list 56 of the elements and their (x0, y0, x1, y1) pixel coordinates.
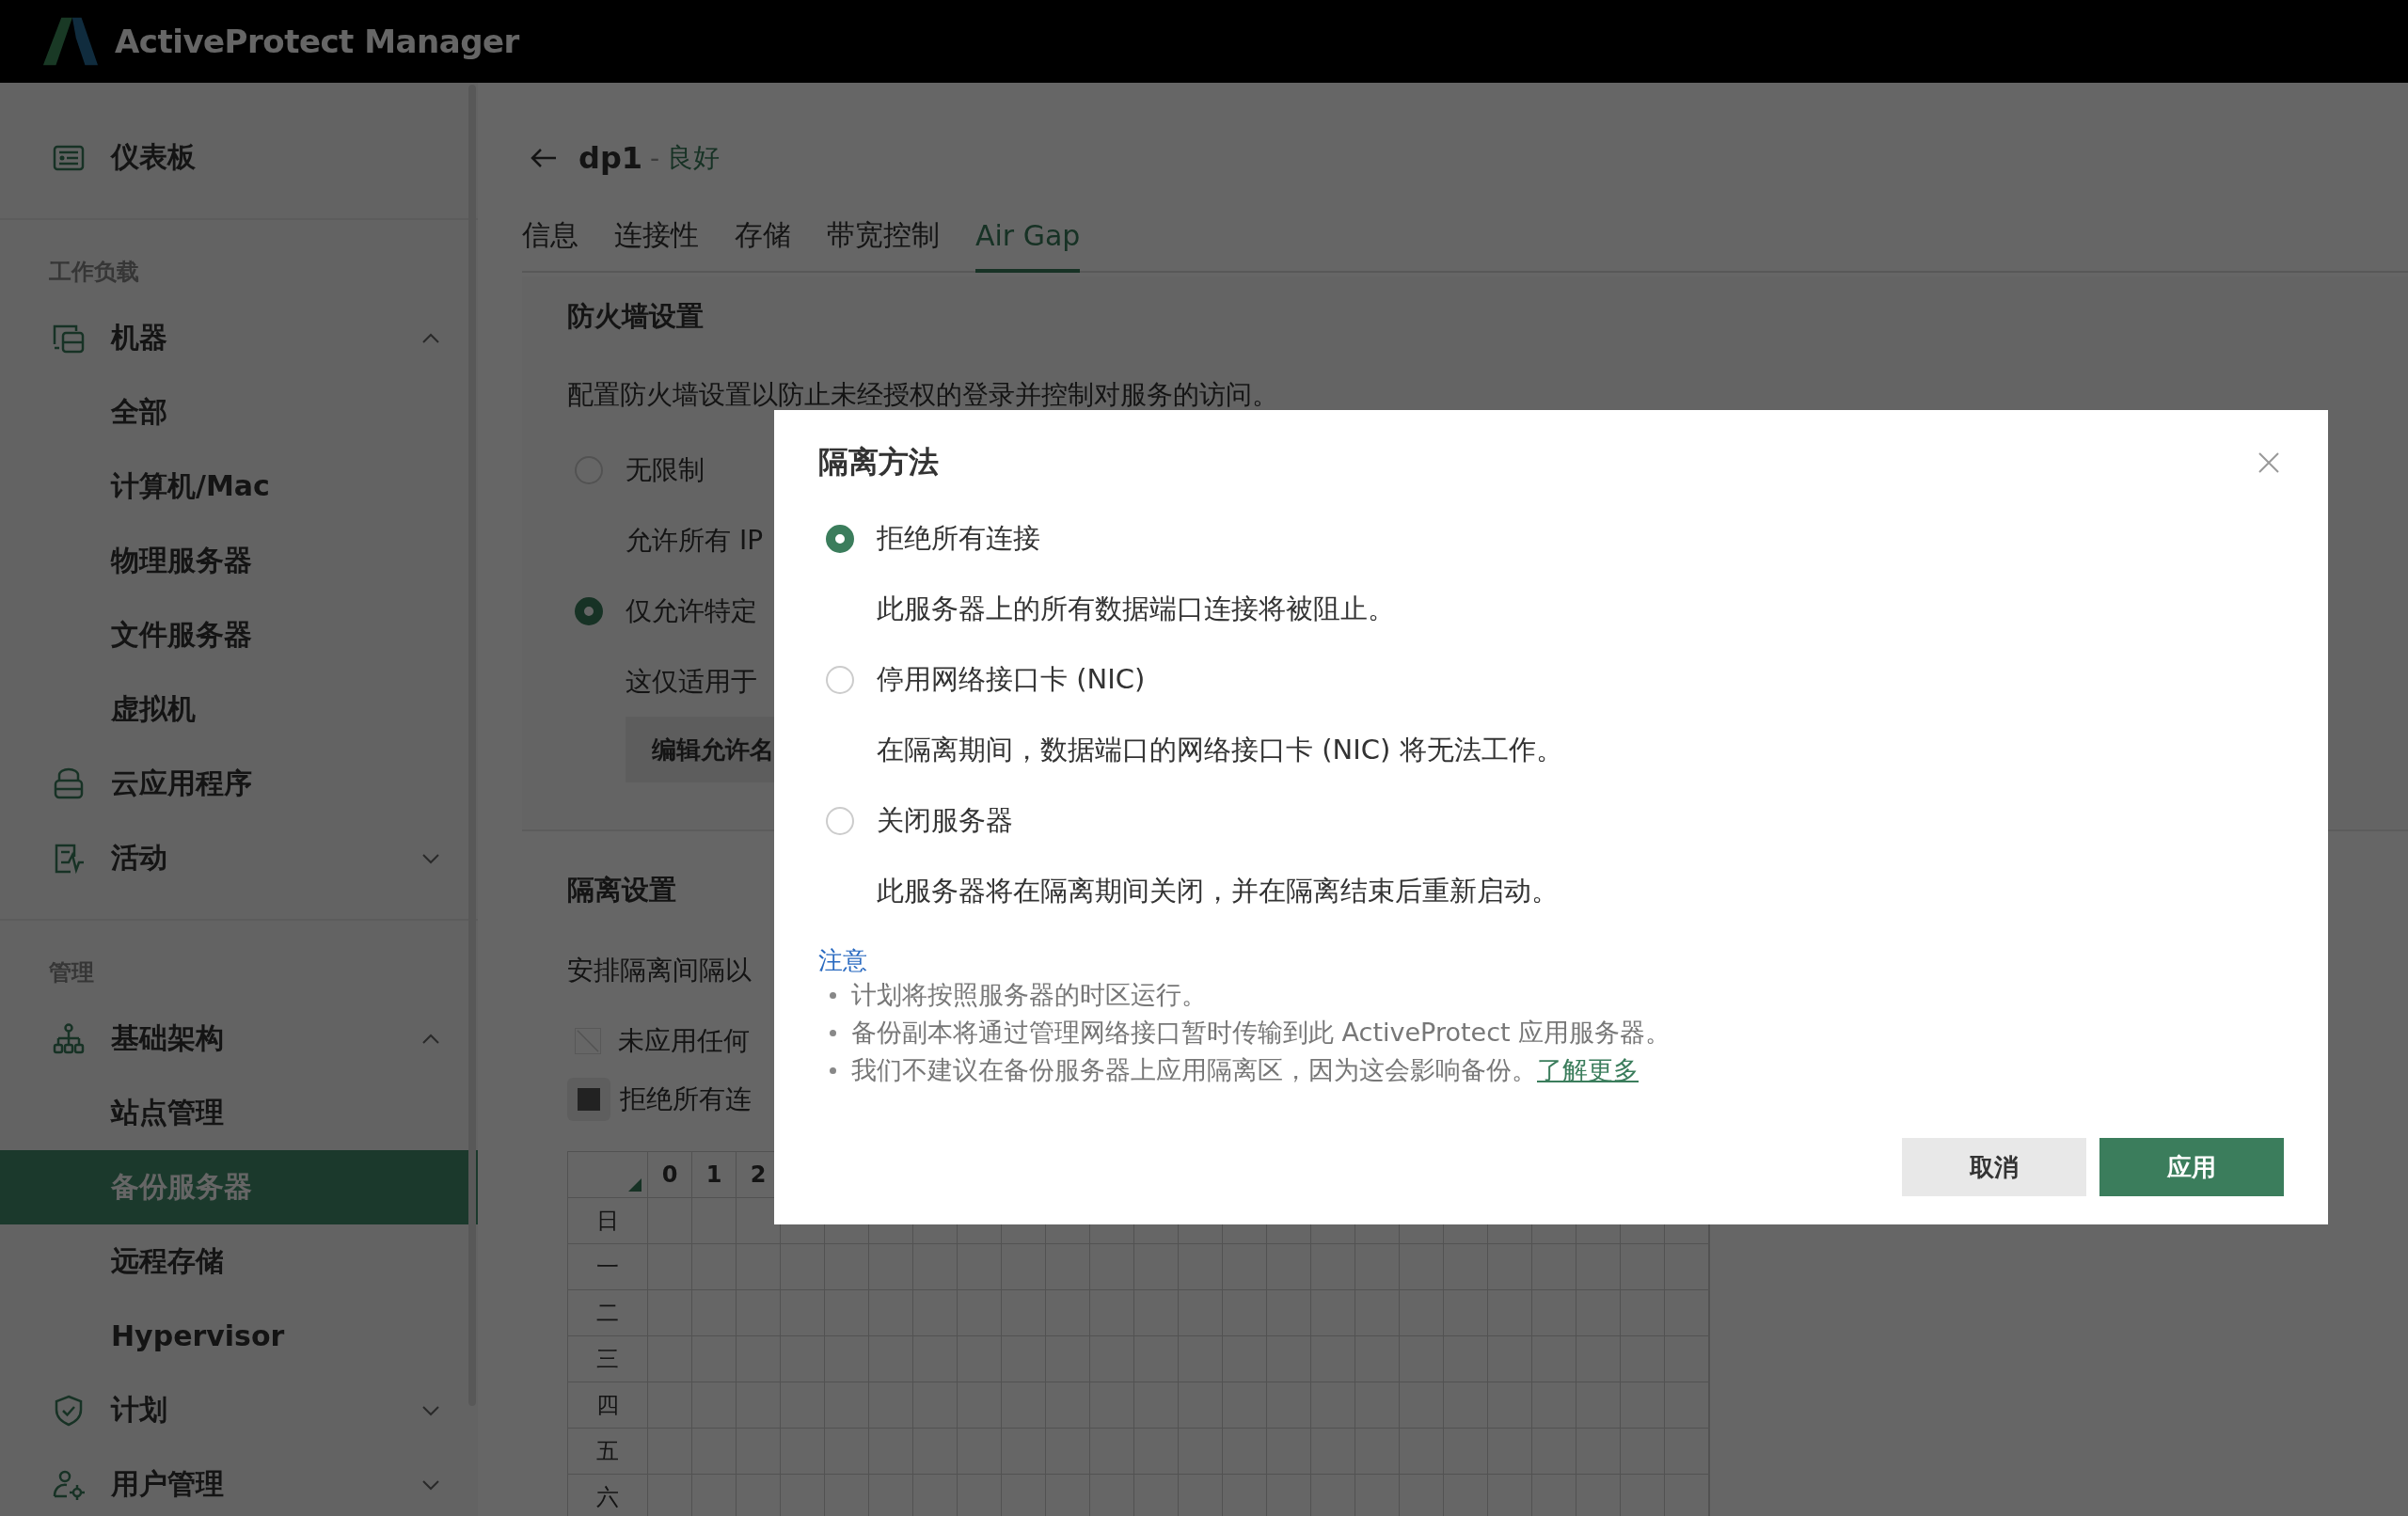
back-arrow-icon[interactable] (530, 147, 558, 169)
legend-label: 未应用任何 (618, 1024, 750, 1058)
note-text: 备份副本将通过管理网络接口暂时传输到此 ActiveProtect 应用服务器。 (851, 1017, 1671, 1049)
section-heading: 隔离设置 (567, 873, 676, 908)
page-title: dp1 (578, 140, 643, 176)
tab[interactable]: 连接性 (614, 196, 699, 273)
column-header: 0 (648, 1152, 692, 1198)
sidebar-item[interactable]: 备份服务器 (0, 1150, 478, 1224)
tab[interactable]: 存储 (735, 196, 791, 273)
corner-triangle-icon (628, 1178, 642, 1192)
column-header: 1 (692, 1152, 737, 1198)
option-label: 无限制 (626, 452, 705, 487)
option-description: 此服务器上的所有数据端口连接将被阻止。 (877, 591, 1395, 626)
status-label: 良好 (667, 141, 721, 175)
printer-icon (52, 766, 86, 801)
hierarchy-icon (52, 1021, 86, 1056)
row-header: 三 (568, 1336, 648, 1382)
option-label: 拒绝所有连接 (877, 520, 1040, 556)
radio-button[interactable] (826, 524, 854, 553)
row-header: 六 (568, 1475, 648, 1516)
dialog-title: 隔离方法 (818, 443, 939, 482)
tab[interactable]: 带宽控制 (827, 196, 940, 273)
row-header: 日 (568, 1198, 648, 1244)
learn-more-link[interactable]: 了解更多 (1537, 1055, 1639, 1084)
close-icon[interactable] (2258, 451, 2280, 474)
bullet (830, 1029, 836, 1036)
cancel-button[interactable]: 取消 (1902, 1138, 2086, 1196)
scrollbar[interactable] (468, 85, 476, 1406)
section-heading: 防火墙设置 (567, 299, 704, 334)
radio-button[interactable] (575, 596, 603, 625)
tab[interactable]: Air Gap (975, 196, 1081, 273)
row-header: 四 (568, 1382, 648, 1429)
apply-button[interactable]: 应用 (2099, 1138, 2284, 1196)
legend-label: 拒绝所有连 (620, 1082, 752, 1116)
option-description: 这仅适用于 (626, 664, 757, 699)
option-label: 停用网络接口卡 (NIC) (877, 661, 1146, 697)
section-description: 安排隔离间隔以 (567, 954, 752, 987)
bullet (830, 991, 836, 999)
option-description: 在隔离期间，数据端口的网络接口卡 (NIC) 将无法工作。 (877, 732, 1563, 767)
option-description: 此服务器将在隔离期间关闭，并在隔离结束后重新启动。 (877, 873, 1559, 908)
note-text: 计划将按照服务器的时区运行。 (851, 979, 1207, 1011)
note-heading: 注意 (818, 944, 867, 976)
row-header: 二 (568, 1290, 648, 1336)
separator: - (650, 142, 660, 174)
option-label: 仅允许特定 (626, 593, 757, 628)
section-description: 配置防火墙设置以防止未经授权的登录并控制对服务的访问。 (567, 380, 1278, 410)
note-text: 我们不建议在备份服务器上应用隔离区，因为这会影响备份。了解更多 (851, 1054, 1639, 1086)
tab[interactable]: 信息 (522, 196, 578, 273)
app-title: ActiveProtect Manager (115, 23, 519, 60)
option-description: 允许所有 IP (626, 523, 764, 558)
filled-swatch-icon (567, 1078, 610, 1121)
sidebar-item[interactable]: 用户管理 (0, 1447, 478, 1516)
row-header: 五 (568, 1429, 648, 1475)
row-header: 一 (568, 1244, 648, 1290)
bullet (830, 1066, 836, 1074)
option-label: 关闭服务器 (877, 802, 1013, 838)
